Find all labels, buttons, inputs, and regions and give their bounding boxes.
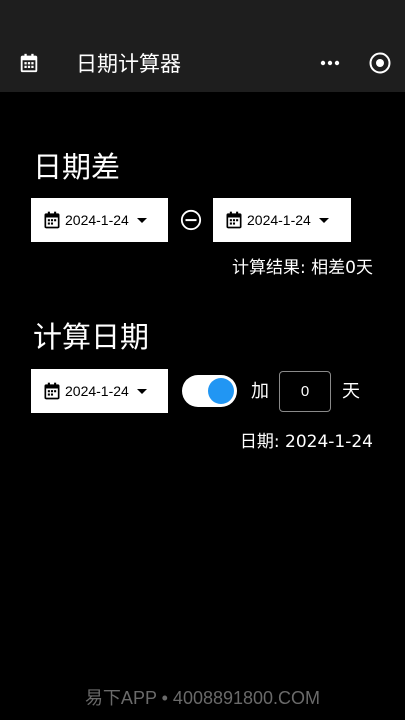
date-diff-title: 日期差 bbox=[33, 150, 121, 184]
days-input[interactable] bbox=[279, 371, 331, 412]
minus-circle-icon bbox=[180, 209, 202, 231]
date-diff-result: 计算结果: 相差0天 bbox=[232, 258, 373, 278]
base-date-picker[interactable]: 2024-1-24 bbox=[31, 369, 168, 413]
watermark: 易下APP • 4008891800.COM bbox=[84, 688, 321, 708]
calendar-icon bbox=[44, 382, 60, 400]
operation-label: 加 bbox=[251, 381, 269, 402]
start-date-picker[interactable]: 2024-1-24 bbox=[31, 198, 168, 242]
page-title: 日期计算器 bbox=[76, 52, 181, 76]
end-date-picker[interactable]: 2024-1-24 bbox=[213, 198, 351, 242]
target-icon[interactable] bbox=[368, 51, 392, 75]
start-date-value: 2024-1-24 bbox=[65, 212, 129, 228]
add-subtract-toggle[interactable] bbox=[182, 375, 237, 407]
app-header: 日期计算器 bbox=[0, 0, 405, 92]
more-horizontal-icon bbox=[320, 60, 340, 66]
end-date-value: 2024-1-24 bbox=[247, 212, 311, 228]
base-date-value: 2024-1-24 bbox=[65, 383, 129, 399]
calendar-icon bbox=[20, 53, 38, 73]
date-calc-title: 计算日期 bbox=[33, 320, 150, 354]
chevron-down-icon bbox=[136, 217, 147, 223]
day-unit-label: 天 bbox=[342, 381, 360, 402]
more-options-button[interactable] bbox=[318, 52, 342, 74]
chevron-down-icon bbox=[318, 217, 329, 223]
date-calc-result: 日期: 2024-1-24 bbox=[239, 432, 373, 452]
app-screen: 日期计算器 日期差 2024-1-24 2024-1-24 计算结果: 相差0天… bbox=[0, 0, 405, 720]
calendar-icon bbox=[226, 211, 242, 229]
toggle-knob bbox=[208, 378, 234, 404]
chevron-down-icon bbox=[136, 388, 147, 394]
calendar-icon bbox=[44, 211, 60, 229]
